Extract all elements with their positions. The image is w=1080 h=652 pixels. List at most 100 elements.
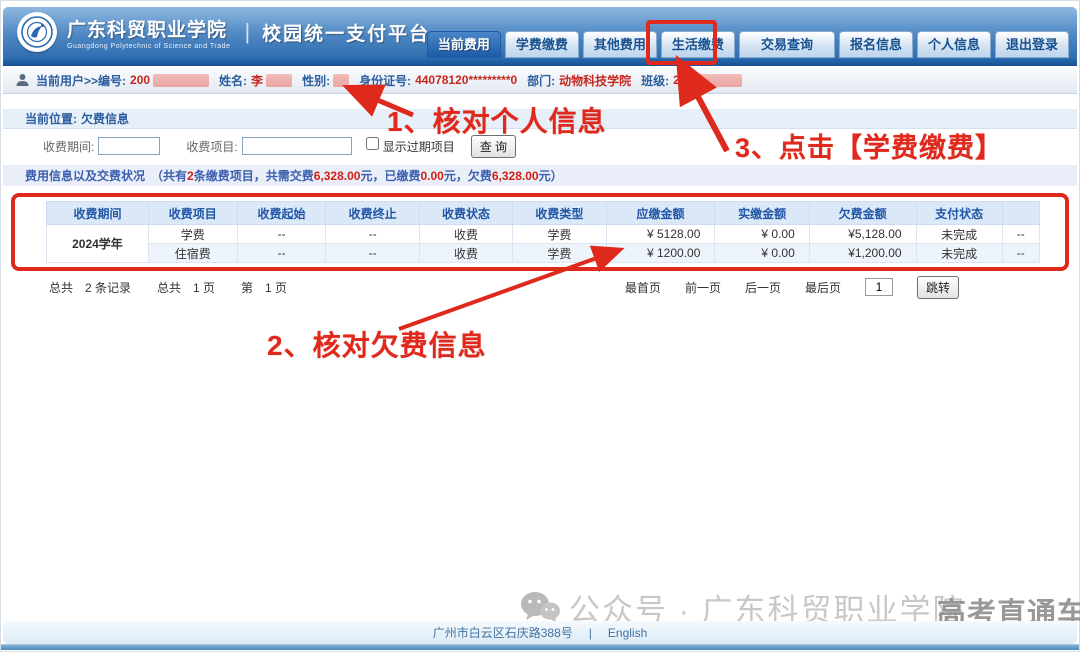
dept-value: 动物科技学院	[559, 72, 631, 89]
prev-page-link[interactable]: 前一页	[685, 279, 721, 296]
current-page: 第 1 页	[241, 279, 287, 296]
name-label: 姓名:	[219, 72, 247, 89]
show-expired-checkbox[interactable]	[366, 137, 379, 150]
summary-p2: 条缴费项目，共需交费	[194, 167, 314, 184]
next-page-link[interactable]: 后一页	[745, 279, 781, 296]
tab-other-fees[interactable]: 其他费用	[583, 31, 657, 58]
redacted-id	[153, 74, 209, 87]
user-id-partial: 200	[130, 73, 150, 87]
col-period: 收费期间	[47, 202, 149, 225]
class-partial: 20	[673, 73, 686, 87]
cell-end: --	[326, 225, 419, 244]
tab-tuition-payment[interactable]: 学费缴费	[505, 31, 579, 58]
cell-paid: ¥ 0.00	[715, 225, 809, 244]
jump-button[interactable]: 跳转	[917, 276, 959, 299]
tab-living-payment[interactable]: 生活缴费	[661, 31, 735, 58]
col-type: 收费类型	[513, 202, 606, 225]
cell-payable: ¥ 5128.00	[606, 225, 715, 244]
fees-table-redbox: 收费期间 收费项目 收费起始 收费终止 收费状态 收费类型 应缴金额 实缴金额 …	[11, 193, 1069, 271]
gender-label: 性别:	[302, 72, 330, 89]
page-number-input[interactable]	[865, 278, 893, 296]
cell-start: --	[237, 244, 326, 263]
footer: 广州市白云区石庆路388号 | English	[1, 621, 1079, 650]
breadcrumb-label: 当前位置:	[25, 110, 77, 127]
cell-item: 住宿费	[148, 244, 237, 263]
title-divider: |	[244, 19, 250, 45]
header-strip	[3, 59, 1077, 66]
tab-logout[interactable]: 退出登录	[995, 31, 1069, 58]
period-label: 收费期间:	[43, 138, 94, 155]
brand: 广东科贸职业学院 Guangdong Polytechnic of Scienc…	[17, 12, 430, 52]
idcard-value: 44078120*********0	[415, 73, 517, 87]
col-paid: 实缴金额	[715, 202, 809, 225]
school-name-en: Guangdong Polytechnic of Science and Tra…	[67, 43, 230, 50]
tab-registration-info[interactable]: 报名信息	[839, 31, 913, 58]
annotation-step1: 1、核对个人信息	[387, 100, 607, 140]
redacted-name	[266, 74, 292, 87]
footer-divider: |	[589, 626, 592, 640]
cell-period: 2024学年	[47, 225, 149, 263]
show-expired-label: 显示过期项目	[383, 138, 455, 155]
last-page-link[interactable]: 最后页	[805, 279, 841, 296]
tab-current-fees[interactable]: 当前费用	[427, 31, 501, 58]
item-input[interactable]	[242, 137, 352, 155]
footer-bar: 广州市白云区石庆路388号 | English	[3, 621, 1077, 644]
pagination-summary: 总共 2 条记录 总共 1 页 第 1 页	[1, 279, 287, 296]
cell-pay-status: 未完成	[916, 244, 1002, 263]
school-logo-icon	[17, 12, 57, 52]
fee-summary-bar: 费用信息以及交费状况 （共有 2 条缴费项目，共需交费 6,328.00 元，已…	[3, 165, 1077, 186]
footer-english-link[interactable]: English	[608, 626, 647, 640]
summary-p4: 元，欠费	[444, 167, 492, 184]
cell-type: 学费	[513, 225, 606, 244]
idcard-label: 身份证号:	[359, 72, 411, 89]
col-status: 收费状态	[419, 202, 512, 225]
breadcrumb-value: 欠费信息	[81, 110, 129, 127]
cell-payable: ¥ 1200.00	[606, 244, 715, 263]
pagination-controls: 最首页 前一页 后一页 最后页 跳转	[625, 276, 959, 299]
page-count: 总共 1 页	[157, 279, 215, 296]
cell-end: --	[326, 244, 419, 263]
payment-platform-page: 广东科贸职业学院 Guangdong Polytechnic of Scienc…	[0, 0, 1080, 652]
summary-count: 2	[187, 169, 194, 183]
first-page-link[interactable]: 最首页	[625, 279, 661, 296]
cell-owed: ¥1,200.00	[809, 244, 916, 263]
col-payable: 应缴金额	[606, 202, 715, 225]
cell-type: 学费	[513, 244, 606, 263]
nav-tabs: 当前费用 学费缴费 其他费用 生活缴费 交易查询 报名信息 个人信息 退出登录	[427, 31, 1069, 58]
app-header: 广东科贸职业学院 Guangdong Polytechnic of Scienc…	[3, 7, 1077, 59]
cell-start: --	[237, 225, 326, 244]
summary-title: 费用信息以及交费状况	[25, 167, 145, 184]
col-start: 收费起始	[237, 202, 326, 225]
pagination: 总共 2 条记录 总共 1 页 第 1 页 最首页 前一页 后一页 最后页 跳转	[1, 276, 1079, 298]
summary-owed: 6,328.00	[492, 169, 539, 183]
user-icon	[15, 73, 30, 87]
summary-p5: 元）	[539, 167, 563, 184]
footer-address: 广州市白云区石庆路388号	[433, 624, 573, 641]
col-end: 收费终止	[326, 202, 419, 225]
annotation-arrows	[1, 1, 1080, 652]
cell-item: 学费	[148, 225, 237, 244]
cell-pay-status: 未完成	[916, 225, 1002, 244]
redacted-gender	[333, 74, 349, 87]
platform-title: 校园统一支付平台	[262, 19, 430, 46]
cell-extra: --	[1002, 225, 1039, 244]
school-name: 广东科贸职业学院	[67, 15, 230, 42]
user-name-partial: 李	[251, 72, 263, 89]
tab-transaction-query[interactable]: 交易查询	[739, 31, 835, 58]
footer-strip	[1, 644, 1079, 650]
cell-extra: --	[1002, 244, 1039, 263]
fees-table: 收费期间 收费项目 收费起始 收费终止 收费状态 收费类型 应缴金额 实缴金额 …	[46, 201, 1040, 263]
brand-titles: 广东科贸职业学院 Guangdong Polytechnic of Scienc…	[67, 15, 230, 50]
cell-status: 收费	[419, 225, 512, 244]
tab-personal-info[interactable]: 个人信息	[917, 31, 991, 58]
cell-status: 收费	[419, 244, 512, 263]
annotation-step3: 3、点击【学费缴费】	[735, 126, 1003, 165]
cell-paid: ¥ 0.00	[715, 244, 809, 263]
summary-p1: （共有	[151, 167, 187, 184]
table-row: 2024学年 学费 -- -- 收费 学费 ¥ 5128.00 ¥ 0.00 ¥…	[47, 225, 1040, 244]
item-label: 收费项目:	[186, 138, 237, 155]
col-extra	[1002, 202, 1039, 225]
period-input[interactable]	[98, 137, 160, 155]
table-header-row: 收费期间 收费项目 收费起始 收费终止 收费状态 收费类型 应缴金额 实缴金额 …	[47, 202, 1040, 225]
summary-paid: 0.00	[420, 169, 443, 183]
